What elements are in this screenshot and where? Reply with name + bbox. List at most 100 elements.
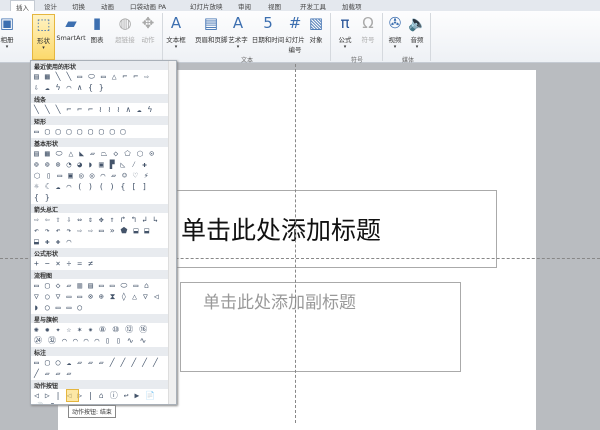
gallery-row: ▤▦╲╲▭⬭▭△⌐⌐⇨⇩☁ϟ⌒∧{}: [31, 70, 168, 94]
gallery-section-title: 矩形: [31, 116, 176, 126]
object-icon: ▧: [308, 14, 324, 32]
tab-5[interactable]: 幻灯片放映: [190, 1, 223, 11]
ribbon-button-0[interactable]: ▣ 相册 ▾: [0, 14, 20, 50]
gallery-row: ╲╲╲⌐⌐⌐≀≀≀∧☁ϟ: [31, 103, 168, 116]
shape-items[interactable]: +−×÷=≠: [34, 258, 165, 269]
tab-6[interactable]: 审阅: [238, 1, 251, 11]
gallery-section-title: 星与旗帜: [31, 314, 176, 324]
shape-items[interactable]: ⇨⇦⇧⇩⇔⇕✥⇑↱↰↲↳↶↷↶↷⇨⇨▭»⬟⬓⬓⬓✚✚⌒: [34, 214, 165, 247]
equation-icon: π: [340, 14, 350, 32]
ribbon-button-label: 相册: [0, 36, 14, 44]
gallery-section-title: 标注: [31, 347, 176, 357]
photo-album-icon: ▣: [0, 14, 15, 32]
dropdown-arrow-icon: ▾: [236, 44, 240, 50]
ribbon-button-14[interactable]: ✇ 视频 ▾: [385, 14, 405, 50]
ribbon-button-label: 艺术字: [228, 36, 248, 44]
ribbon-button-label: 幻灯片 编号: [285, 36, 305, 54]
group-label: 符号: [351, 57, 364, 64]
tab-2[interactable]: 切换: [72, 1, 85, 11]
gallery-row: ⇨⇦⇧⇩⇔⇕✥⇑↱↰↲↳↶↷↶↷⇨⇨▭»⬟⬓⬓⬓✚✚⌒: [31, 213, 168, 248]
ribbon-button-15[interactable]: 🔈 音频 ▾: [407, 14, 427, 50]
gallery-row: +−×÷=≠: [31, 257, 168, 270]
ribbon-button-3[interactable]: ▮ 图表: [87, 14, 107, 44]
gallery-row: ▭▢▢▢▢▢▢▢▢: [31, 125, 168, 138]
ribbon-button-9[interactable]: 5 日期和时间: [250, 14, 286, 44]
group-separator: [430, 13, 431, 61]
ribbon-button-label: 形状: [37, 37, 50, 45]
tooltip: 动作按钮: 结束: [68, 405, 116, 418]
ribbon-button-label: 文本框: [166, 36, 186, 44]
ribbon-button-1[interactable]: ⬚ 形状 ▾: [32, 14, 55, 60]
title-placeholder[interactable]: 单击此处添加标题: [175, 190, 497, 268]
shape-items[interactable]: ▤▦╲╲▭⬭▭△⌐⌐⇨⇩☁ϟ⌒∧{}: [34, 71, 165, 93]
ribbon-button-7[interactable]: ▤ 页眉和页脚: [195, 14, 228, 44]
ribbon-button-12[interactable]: π 公式 ▾: [335, 14, 355, 50]
textbox-icon: A: [170, 14, 182, 32]
tab-9[interactable]: 加载项: [342, 1, 362, 11]
tab-8[interactable]: 开发工具: [300, 1, 326, 11]
ribbon-button-label: 视频: [388, 36, 402, 44]
ribbon-button-label: 公式: [338, 36, 352, 44]
shape-items[interactable]: ✺✹✦☆✶✷⑧⑩⑫⑯㉔㉜⌒⌒⌒⌒▯▯∿∿: [34, 324, 165, 346]
gallery-section-title: 基本形状: [31, 138, 176, 148]
ribbon-button-label: 图表: [90, 36, 104, 44]
hyperlink-icon: ◍: [118, 14, 132, 32]
selected-shape-highlight[interactable]: [66, 389, 79, 402]
gallery-row: ✺✹✦☆✶✷⑧⑩⑫⑯㉔㉜⌒⌒⌒⌒▯▯∿∿: [31, 323, 168, 347]
audio-icon: 🔈: [408, 14, 427, 32]
ribbon-button-label: 动作: [141, 36, 155, 44]
shapes-gallery: 最近使用的形状 ▤▦╲╲▭⬭▭△⌐⌐⇨⇩☁ϟ⌒∧{} 线条 ╲╲╲⌐⌐⌐≀≀≀∧☁ϟ 矩…: [30, 60, 177, 405]
ribbon-button-10[interactable]: # 幻灯片 编号: [282, 14, 308, 54]
tab-4[interactable]: 口袋动画 PA: [130, 1, 166, 11]
ribbon-button-label: SmartArt: [56, 34, 86, 42]
ribbon-button-label: 对象: [309, 36, 323, 44]
gallery-section-title: 线条: [31, 94, 176, 104]
shape-items[interactable]: ▭▢◯☁▱▱▱╱╱╱╱╱╱▱▱▱: [34, 357, 165, 379]
tab-1[interactable]: 设计: [44, 1, 57, 11]
group-separator: [382, 13, 383, 61]
tab-3[interactable]: 动画: [101, 1, 114, 11]
ribbon-button-4[interactable]: ◍ 超链接: [112, 14, 138, 44]
dropdown-arrow-icon: ▾: [415, 44, 419, 50]
gallery-scrollbar[interactable]: [168, 61, 176, 404]
shape-items[interactable]: ▤▦⬭△◣▱⏢◇⬠⬡⊙⊚⊚⊚◔◕◗▣▛◺⁄✚⬡▯▭▣◎◎⌒▱☺♡⚡☼☾☁⌒()(…: [34, 148, 165, 203]
dropdown-arrow-icon: ▾: [42, 45, 45, 51]
gallery-row: ◁▷|◁▷|⌂ⓘ↩▶📄🔊?▭: [31, 389, 168, 404]
ribbon-button-11[interactable]: ▧ 对象: [306, 14, 326, 44]
dropdown-arrow-icon: ▾: [5, 44, 9, 50]
ribbon-button-label: 符号: [361, 36, 375, 44]
date-time-icon: 5: [263, 14, 273, 32]
tab-0[interactable]: 插入: [10, 0, 35, 12]
ribbon-button-8[interactable]: A 艺术字 ▾: [226, 14, 250, 50]
gallery-section-title: 公式形状: [31, 248, 176, 258]
vertical-guide[interactable]: [295, 64, 296, 423]
gallery-row: ▭▢◇▱▥▤▭▭⬭▭⌂▽○▽▭▭⊗⊕⧗◊△▽◁◗◯▭▭◯: [31, 279, 168, 314]
shape-items[interactable]: ◁▷|◁▷|⌂ⓘ↩▶📄🔊?▭: [34, 390, 165, 404]
ribbon-button-label: 日期和时间: [251, 36, 285, 44]
ribbon-button-6[interactable]: A 文本框 ▾: [164, 14, 188, 50]
shape-items[interactable]: ╲╲╲⌐⌐⌐≀≀≀∧☁ϟ: [34, 104, 165, 115]
gallery-row: ▭▢◯☁▱▱▱╱╱╱╱╱╱▱▱▱: [31, 356, 168, 380]
shape-items[interactable]: ▭▢◇▱▥▤▭▭⬭▭⌂▽○▽▭▭⊗⊕⧗◊△▽◁◗◯▭▭◯: [34, 280, 165, 313]
subtitle-placeholder[interactable]: 单击此处添加副标题: [180, 282, 461, 372]
group-label: 文本: [241, 57, 254, 64]
shapes-icon: ⬚: [36, 15, 51, 33]
symbol-icon: Ω: [362, 14, 374, 32]
ribbon-button-2[interactable]: ▰ SmartArt: [56, 14, 86, 42]
tab-7[interactable]: 视图: [268, 1, 281, 11]
gallery-row: ▤▦⬭△◣▱⏢◇⬠⬡⊙⊚⊚⊚◔◕◗▣▛◺⁄✚⬡▯▭▣◎◎⌒▱☺♡⚡☼☾☁⌒()(…: [31, 147, 168, 204]
wordart-icon: A: [232, 14, 244, 32]
chart-icon: ▮: [92, 14, 102, 32]
ribbon-button-label: 音频: [410, 36, 424, 44]
ribbon-button-13[interactable]: Ω 符号: [358, 14, 378, 44]
group-separator: [330, 13, 331, 61]
ribbon-button-5[interactable]: ✥ 动作: [138, 14, 158, 44]
dropdown-arrow-icon: ▾: [393, 44, 397, 50]
group-label: 媒体: [402, 57, 415, 64]
ribbon: ▣ 相册 ▾ ⬚ 形状 ▾ ▰ SmartArt ▮ 图表 ◍ 超链接 ✥ 动作 A 文本框 ▾ ▤ 页眉和页脚 A 艺…: [0, 11, 600, 64]
gallery-section-title: 流程图: [31, 270, 176, 280]
ribbon-button-label: 超链接: [115, 36, 135, 44]
gallery-section-title: 箭头总汇: [31, 204, 176, 214]
header-footer-icon: ▤: [203, 14, 219, 32]
shape-items[interactable]: ▭▢▢▢▢▢▢▢▢: [34, 126, 165, 137]
